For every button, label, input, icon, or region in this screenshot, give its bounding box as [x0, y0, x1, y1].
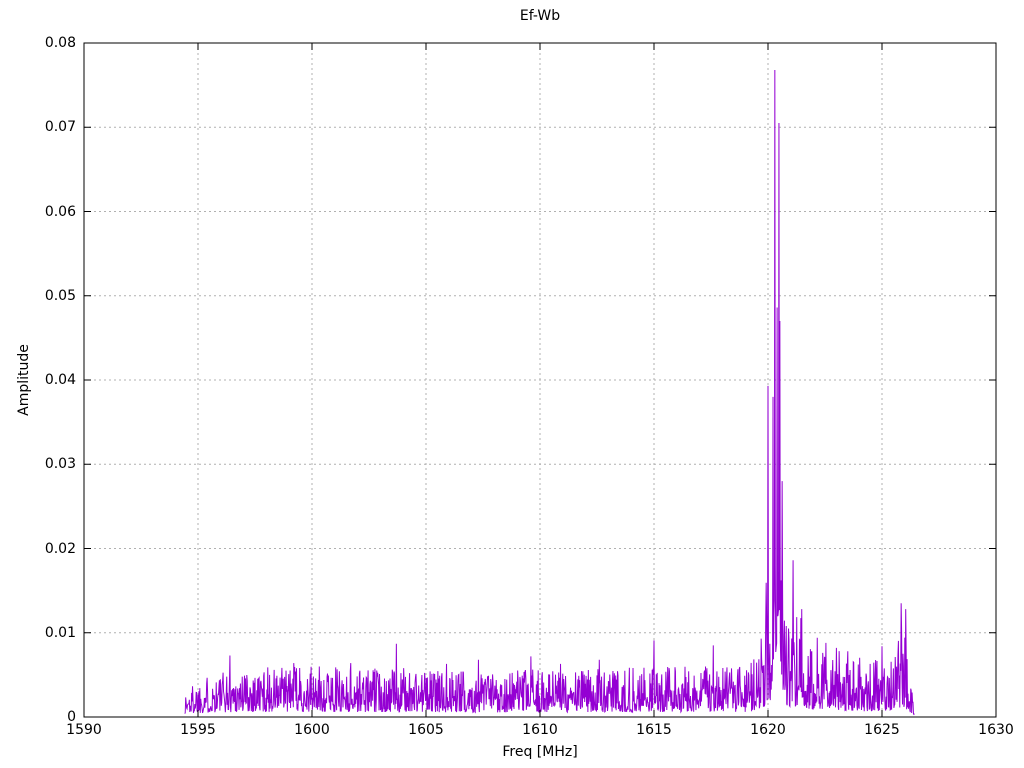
x-axis-title: Freq [MHz] — [502, 744, 578, 760]
y-tick-label-0.05: 0.05 — [44, 287, 76, 304]
figure-canvas: Ef-Wb Freq [MHz] Amplitude 1590 1595 1600 1… — [0, 0, 1024, 768]
x-tick-label-1620: 1620 — [750, 722, 786, 738]
x-tick-label-1615: 1615 — [636, 722, 672, 738]
x-tick-label-1595: 1595 — [180, 722, 216, 738]
x-tick-label-1605: 1605 — [408, 722, 444, 738]
x-tick-label-1630: 1630 — [978, 722, 1014, 738]
y-tick-label-0.08: 0.08 — [44, 35, 76, 51]
y-tick-label-0.03: 0.03 — [44, 456, 76, 473]
x-tick-label-1600: 1600 — [294, 722, 330, 738]
y-tick-label-0: 0 — [67, 709, 76, 725]
y-tick-label-0.01: 0.01 — [44, 624, 76, 641]
y-tick-label-0.07: 0.07 — [44, 119, 76, 136]
chart-title: Ef-Wb — [519, 8, 561, 24]
x-tick-label-1625: 1625 — [864, 722, 900, 738]
y-tick-label-0.06: 0.06 — [44, 203, 76, 220]
spectrum-plot — [83, 42, 997, 718]
y-tick-label-0.04: 0.04 — [44, 372, 76, 388]
x-tick-label-1610: 1610 — [522, 722, 558, 738]
y-tick-label-0.02: 0.02 — [44, 540, 76, 557]
spectrum-trace — [184, 69, 915, 716]
